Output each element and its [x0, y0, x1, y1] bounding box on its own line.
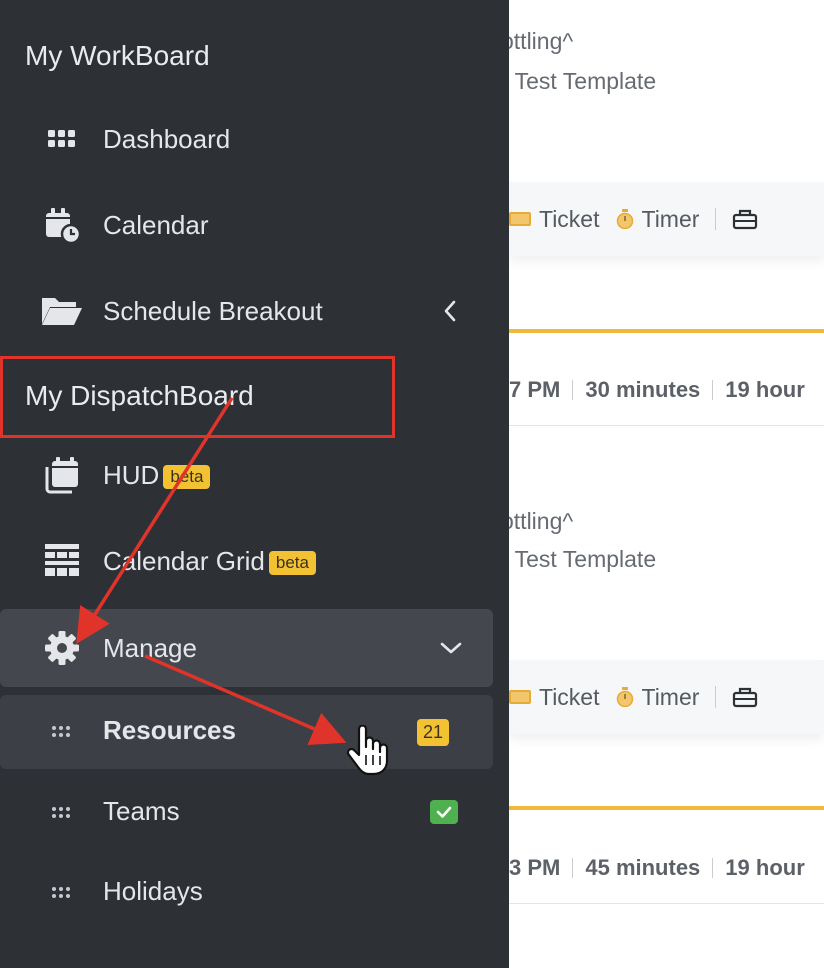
job-divider-line — [509, 329, 824, 333]
job-subtitle: - Test Template — [509, 546, 657, 572]
sidebar-subitem-holidays[interactable]: Holidays — [0, 856, 509, 930]
check-icon — [430, 800, 458, 824]
sidebar-item-calendar[interactable]: Calendar — [0, 188, 509, 262]
table-grid-icon — [40, 539, 84, 583]
stopwatch-icon — [616, 209, 633, 229]
sidebar-subitem-teams[interactable]: Teams — [0, 776, 509, 850]
timer-label: Timer — [641, 683, 700, 710]
ticket-button[interactable]: Ticket — [509, 206, 600, 233]
sidebar-item-label: Calendar — [103, 209, 209, 240]
chevron-left-icon[interactable] — [438, 298, 464, 324]
workboard-section-title: My WorkBoard — [25, 40, 210, 71]
dots-icon — [52, 807, 70, 818]
timer-button[interactable]: Timer — [616, 683, 700, 711]
meta-divider — [572, 858, 574, 878]
job-title: ottling^ — [509, 508, 574, 534]
meta-divider — [712, 380, 714, 400]
sidebar-item-schedule-breakout[interactable]: Schedule Breakout — [0, 274, 509, 348]
calendar-stack-icon — [40, 453, 84, 497]
ticket-button[interactable]: Ticket — [509, 684, 600, 711]
dots-icon — [52, 887, 70, 898]
sidebar-item-hud[interactable]: HUD beta — [0, 438, 509, 512]
sidebar-item-label: Schedule Breakout — [103, 295, 323, 326]
toolbar-divider — [715, 686, 717, 708]
sidebar-item-label: Manage — [103, 632, 197, 663]
job-duration: 30 minutes — [585, 377, 701, 402]
sidebar-item-calendar-grid[interactable]: Calendar Grid beta — [0, 524, 509, 598]
beta-badge: beta — [268, 550, 316, 575]
job-extra: 19 hour — [725, 377, 805, 402]
job-time: 3 PM — [509, 855, 561, 880]
sidebar-subitem-label: Resources — [103, 715, 236, 745]
sidebar-item-dashboard[interactable]: Dashboard — [0, 102, 509, 176]
job-duration: 45 minutes — [585, 855, 701, 880]
job-toolbar: Ticket Timer — [509, 660, 824, 734]
job-divider-line — [509, 806, 824, 810]
job-subtitle: - Test Template — [509, 68, 657, 94]
hand-cursor-icon — [346, 725, 389, 776]
ticket-label: Ticket — [539, 205, 600, 232]
stopwatch-icon — [616, 687, 633, 707]
annotation-highlight-box — [0, 356, 395, 438]
calendar-clock-icon — [40, 203, 84, 247]
timer-label: Timer — [641, 205, 700, 232]
sidebar-subitem-label: Holidays — [103, 876, 203, 906]
job-time: 7 PM — [509, 377, 561, 402]
calendar-grid-label: Calendar Grid — [103, 545, 265, 576]
chevron-down-icon[interactable] — [438, 635, 464, 661]
meta-divider — [712, 858, 714, 878]
job-toolbar: Ticket Timer — [509, 182, 824, 256]
beta-badge: beta — [163, 464, 211, 489]
toolbox-icon[interactable] — [732, 208, 758, 230]
ticket-label: Ticket — [539, 683, 600, 710]
count-badge: 21 — [417, 719, 450, 746]
job-title: ottling^ — [509, 28, 574, 54]
ticket-icon — [509, 690, 531, 704]
timer-button[interactable]: Timer — [616, 205, 700, 233]
hud-label: HUD — [103, 459, 160, 490]
grid-icon — [40, 117, 84, 161]
dots-icon — [52, 726, 70, 737]
meta-divider — [572, 380, 574, 400]
sidebar-subitem-label: Teams — [103, 796, 180, 826]
page: ottling^ - Test Template Ticket Timer — [0, 0, 824, 968]
sidebar: My WorkBoard Dashboard Calendar Schedule… — [0, 0, 509, 968]
toolbox-icon[interactable] — [732, 686, 758, 708]
job-meta-row: 3 PM 45 minutes 19 hour — [509, 833, 824, 904]
sidebar-item-label: Dashboard — [103, 123, 231, 154]
sidebar-item-label: HUD beta — [103, 459, 211, 491]
job-extra: 19 hour — [725, 855, 805, 880]
sidebar-subitem-resources[interactable]: Resources 21 — [0, 695, 509, 769]
ticket-icon — [509, 212, 531, 226]
folder-open-icon — [40, 289, 84, 333]
sidebar-item-label: Calendar Grid beta — [103, 546, 316, 577]
gear-icon — [40, 626, 84, 670]
sidebar-item-manage[interactable]: Manage — [0, 611, 509, 685]
job-meta-row: 7 PM 30 minutes 19 hour — [509, 355, 824, 426]
main-content: ottling^ - Test Template Ticket Timer — [509, 0, 824, 968]
toolbar-divider — [715, 208, 717, 230]
